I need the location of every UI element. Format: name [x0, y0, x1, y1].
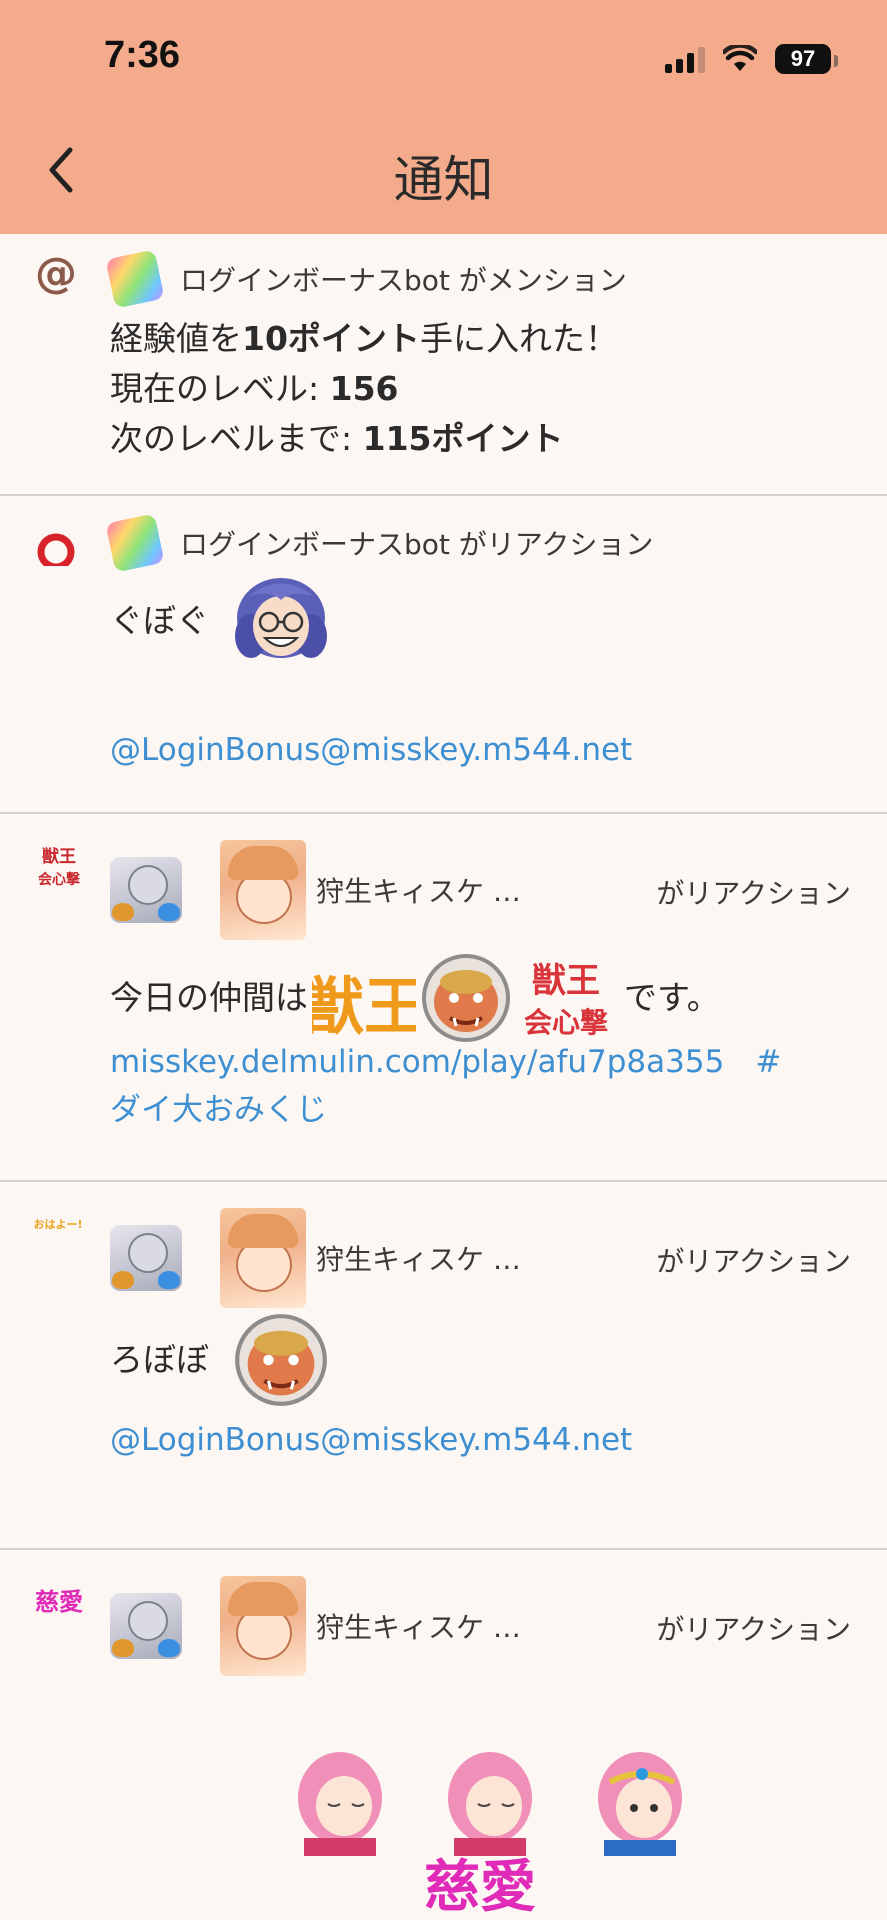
- beast-king-emoji: 獣王 会心撃: [34, 842, 84, 892]
- ohayo-emoji: おはよー!: [32, 1214, 84, 1234]
- reaction-body: 今日の仲間は 獣王 獣王 会心撃 です。: [110, 948, 720, 1048]
- actor-text: ログインボーナスbot がメンション: [180, 264, 627, 297]
- cellular-signal-icon: [665, 45, 705, 73]
- svg-text:会心撃: 会心撃: [524, 1006, 608, 1039]
- wifi-icon: [723, 45, 757, 71]
- notification-header: 狩生キィスケ …: [110, 1576, 521, 1676]
- user-avatar[interactable]: [110, 857, 182, 923]
- actor-name[interactable]: 狩生キィスケ …: [316, 1606, 521, 1646]
- mention-link[interactable]: @LoginBonus@misskey.m544.net: [110, 732, 632, 768]
- app-header: 7:36 97 通知: [0, 0, 887, 234]
- beast-king-critical-emoji: 獣王 会心撃: [524, 961, 608, 1039]
- pink-hair-character-emoji: [448, 1752, 532, 1856]
- mention-link[interactable]: @LoginBonus@misskey.m544.net: [110, 1422, 632, 1458]
- body-line: 次のレベルまで: 115ポイント: [110, 419, 564, 458]
- user-avatar[interactable]: [220, 1208, 306, 1308]
- user-avatar[interactable]: [110, 1225, 182, 1291]
- actor-name[interactable]: 狩生キィスケ …: [316, 1238, 521, 1278]
- bot-avatar[interactable]: [105, 249, 165, 309]
- jiai-text-emoji: 慈愛: [424, 1854, 536, 1912]
- post-text: 今日の仲間は: [110, 978, 308, 1017]
- battery-indicator: 97: [775, 44, 838, 74]
- status-time: 7:36: [104, 34, 181, 76]
- svg-text:獣王: 獣王: [312, 970, 416, 1043]
- jiai-emoji: 慈愛: [34, 1578, 84, 1622]
- pink-hair-tiara-character-emoji: [598, 1752, 682, 1856]
- bot-avatar[interactable]: [105, 513, 165, 573]
- svg-text:獣王: 獣王: [532, 961, 600, 1001]
- hashtag-link[interactable]: ダイ大おみくじ: [110, 1084, 327, 1129]
- user-avatar[interactable]: [110, 1593, 182, 1659]
- post-text: ろぼぼ: [110, 1340, 209, 1379]
- user-avatar[interactable]: [220, 840, 306, 940]
- actor-text: ログインボーナスbot がリアクション: [180, 528, 654, 561]
- status-icons: 97: [665, 42, 838, 76]
- notification-item[interactable]: おはよー! 狩生キィスケ … がリアクション ろぼぼ @LoginBonus@m…: [0, 1182, 887, 1550]
- reaction-body: ぐぼぐ: [110, 576, 331, 666]
- beast-king-text-emoji: 獣王: [312, 970, 416, 1043]
- notification-item[interactable]: 獣王 会心撃 狩生キィスケ … がリアクション 今日の仲間は 獣王 獣王 会心撃…: [0, 814, 887, 1182]
- actor-name[interactable]: 狩生キィスケ …: [316, 870, 521, 910]
- svg-text:慈愛: 慈愛: [424, 1854, 536, 1912]
- play-link[interactable]: misskey.delmulin.com/play/afu7p8a355 #: [110, 1036, 781, 1081]
- reaction-verb: がリアクション: [656, 1613, 851, 1646]
- body-line: 経験値を10ポイント手に入れた！: [110, 319, 618, 358]
- beast-king-face-emoji: [235, 1314, 327, 1406]
- reaction-verb: がリアクション: [656, 877, 851, 910]
- post-text: ぐぼぐ: [110, 601, 209, 640]
- beast-king-face-emoji: [422, 954, 510, 1042]
- emoji-row: [294, 1746, 686, 1856]
- reaction-body: ろぼぼ: [110, 1312, 331, 1408]
- svg-text:慈愛: 慈愛: [35, 1587, 83, 1616]
- post-text-tail: です。: [624, 978, 720, 1017]
- notification-item[interactable]: ログインボーナスbot がリアクション ぐぼぐ @LoginBonus@miss…: [0, 496, 887, 814]
- svg-text:会心撃: 会心撃: [38, 871, 80, 888]
- reaction-verb: がリアクション: [656, 1245, 851, 1278]
- notification-header: 狩生キィスケ …: [110, 1208, 521, 1308]
- mention-body: 経験値を10ポイント手に入れた！ 現在のレベル: 156 次のレベルまで: 11…: [110, 314, 618, 464]
- body-line: 現在のレベル: 156: [110, 369, 399, 408]
- svg-text:おはよー!: おはよー!: [33, 1218, 82, 1231]
- notification-list: @ ログインボーナスbot がメンション 経験値を10ポイント手に入れた！ 現在…: [0, 234, 887, 1912]
- notification-header: ログインボーナスbot がリアクション: [105, 513, 654, 573]
- svg-text:獣王: 獣王: [42, 846, 76, 867]
- notification-item[interactable]: 慈愛 狩生キィスケ … がリアクション 慈愛: [0, 1550, 887, 1912]
- svg-text:@: @: [35, 252, 77, 296]
- notification-item[interactable]: @ ログインボーナスbot がメンション 経験値を10ポイント手に入れた！ 現在…: [0, 234, 887, 496]
- glasses-character-emoji: [235, 578, 327, 658]
- user-avatar[interactable]: [220, 1576, 306, 1676]
- notification-header: 狩生キィスケ …: [110, 840, 521, 940]
- page-title: 通知: [393, 151, 494, 209]
- at-icon: @: [34, 248, 78, 297]
- notification-header: ログインボーナスbot がメンション: [105, 249, 627, 309]
- reaction-ring-icon: [34, 532, 78, 576]
- pink-hair-character-emoji: [298, 1752, 382, 1856]
